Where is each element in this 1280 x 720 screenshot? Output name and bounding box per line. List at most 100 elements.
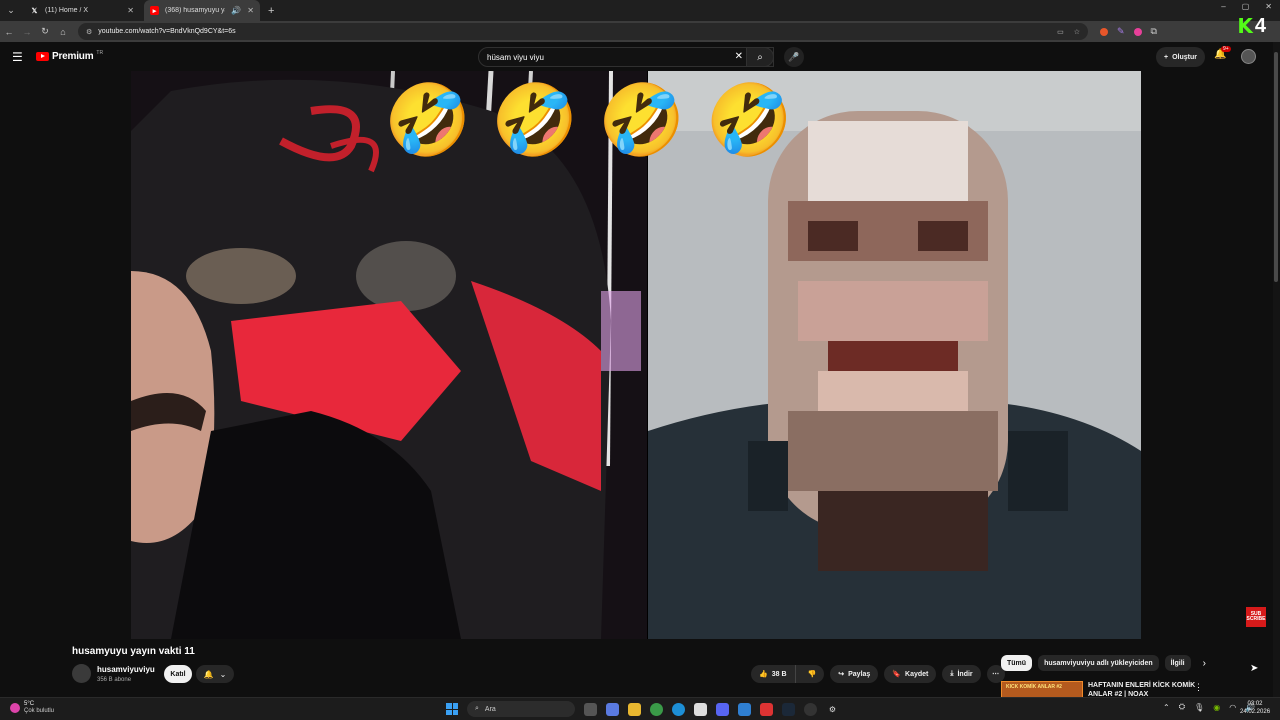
weather-desc: Çok bulutlu: [24, 708, 55, 714]
system-clock[interactable]: 03:02 24.02.2026: [1240, 700, 1270, 716]
tab-close-icon[interactable]: ✕: [247, 6, 254, 15]
chrome-icon[interactable]: [650, 702, 663, 716]
subscribe-watermark[interactable]: SUB SCRIBE: [1246, 607, 1266, 627]
url-text: youtube.com/watch?v=BndVknQd9CY&t=6s: [98, 28, 236, 35]
tab-title: (368) husamyuyu yayın va...: [165, 7, 225, 14]
share-button[interactable]: ↪ Paylaş: [830, 665, 879, 683]
nvidia-icon[interactable]: ◉: [1213, 703, 1220, 712]
rofl-emoji-icon: 🤣: [491, 79, 579, 161]
store-icon[interactable]: [694, 702, 707, 716]
extensions-bar: ✎ ⧉: [1100, 26, 1157, 37]
create-button[interactable]: + Oluştur: [1156, 47, 1205, 67]
minimize-button[interactable]: –: [1221, 2, 1225, 11]
copilot-icon[interactable]: [606, 702, 619, 716]
chevron-right-icon[interactable]: ›: [1203, 658, 1206, 669]
download-button[interactable]: ⤓ İndir: [942, 665, 981, 683]
tab-x-home[interactable]: 𝕏 (11) Home / X ✕: [24, 0, 140, 21]
chip-all[interactable]: Tümü: [1001, 655, 1033, 671]
speaker-icon[interactable]: 🔊: [231, 6, 241, 15]
windows-taskbar: 5°C Çok bulutlu ⌕ Ara ⚙ ⌃ ⛭ 🎙 ◉ ◠ 🔊 03:0…: [0, 697, 1280, 720]
related-filter-chips: Tümü husamviyuviyu adlı yükleyiciden İlg…: [1001, 655, 1206, 671]
more-vertical-icon[interactable]: ⋮: [1194, 682, 1203, 693]
weather-widget[interactable]: 5°C Çok bulutlu: [10, 701, 54, 714]
discord-icon[interactable]: [716, 702, 729, 716]
dislike-button[interactable]: 👎: [800, 665, 825, 683]
forward-arrow-icon[interactable]: →: [18, 27, 36, 37]
youtube-icon: ▸: [150, 6, 159, 15]
channel-avatar[interactable]: [72, 664, 91, 683]
page-scrollbar[interactable]: [1273, 42, 1280, 702]
steam-icon[interactable]: [782, 702, 795, 716]
thumbs-down-icon: 👎: [807, 671, 817, 678]
channel-name[interactable]: husamviyuviyu: [97, 665, 155, 674]
save-label: Kaydet: [905, 670, 929, 678]
like-button[interactable]: 👍 38 B: [751, 665, 796, 683]
video-title: husamyuyu yayın vakti 11: [72, 646, 195, 657]
clock-date: 24.02.2026: [1240, 709, 1271, 715]
clear-search-icon[interactable]: ✕: [735, 51, 743, 62]
window-controls: – ▢ ✕: [1221, 2, 1272, 11]
mic-tray-icon[interactable]: 🎙: [1194, 703, 1204, 712]
search-input[interactable]: hüsam viyu viyu ✕ ⌕: [478, 47, 774, 67]
youtube-header: ☰ Premium TR hüsam viyu viyu ✕ ⌕ 🎤 + Olu…: [0, 42, 1280, 72]
new-tab-button[interactable]: +: [268, 5, 274, 17]
tab-youtube[interactable]: ▸ (368) husamyuyu yayın va... 🔊 ✕: [144, 0, 260, 21]
account-avatar[interactable]: [1241, 49, 1256, 64]
search-query: hüsam viyu viyu: [487, 52, 544, 62]
reload-icon[interactable]: ↻: [36, 26, 54, 37]
file-explorer-icon[interactable]: [628, 702, 641, 716]
notification-count: 9+: [1221, 46, 1231, 52]
video-player[interactable]: 🤣 🤣 🤣 🤣: [131, 71, 1141, 639]
share-label: Paylaş: [848, 670, 871, 678]
menu-icon[interactable]: ☰: [12, 50, 23, 64]
taskbar-search[interactable]: ⌕ Ara: [467, 701, 575, 717]
install-app-icon[interactable]: ▭: [1057, 28, 1064, 36]
close-window-button[interactable]: ✕: [1265, 2, 1272, 11]
chip-related[interactable]: İlgili: [1164, 655, 1191, 671]
kick-logo-icon: K: [1237, 14, 1253, 38]
rofl-emoji-icon: 🤣: [598, 79, 686, 161]
save-button[interactable]: 🔖 Kaydet: [884, 665, 937, 683]
app-icon[interactable]: [760, 702, 773, 716]
youtube-play-icon: [36, 52, 49, 61]
bell-icon: 🔔: [203, 669, 214, 679]
obs-icon[interactable]: [804, 702, 817, 716]
youtube-logo[interactable]: Premium TR: [36, 50, 103, 62]
tab-title: (11) Home / X: [45, 7, 89, 14]
tab-close-icon[interactable]: ✕: [127, 6, 134, 15]
extension-icon[interactable]: [1100, 27, 1108, 36]
download-icon: ⤓: [950, 670, 954, 677]
windows-start-icon[interactable]: [446, 703, 458, 715]
kick-watermark: K 4: [1237, 14, 1266, 38]
extension-icon[interactable]: [1133, 27, 1142, 36]
vpn-icon[interactable]: [738, 702, 751, 716]
emoji-overlay: 🤣 🤣 🤣 🤣: [384, 85, 793, 155]
chip-from-uploader[interactable]: husamviyuviyu adlı yükleyiciden: [1038, 655, 1159, 671]
address-bar[interactable]: ⚙ youtube.com/watch?v=BndVknQd9CY&t=6s ▭…: [78, 23, 1088, 40]
pen-extension-icon[interactable]: ✎: [1117, 26, 1125, 37]
voice-search-button[interactable]: 🎤: [784, 47, 804, 67]
edge-icon[interactable]: [672, 702, 685, 716]
task-view-icon[interactable]: [584, 702, 597, 716]
weather-temp: 5°C: [24, 701, 35, 707]
settings-gear-icon[interactable]: ⚙: [826, 703, 839, 716]
wifi-icon[interactable]: ◠: [1229, 703, 1236, 712]
bookmark-star-icon[interactable]: ☆: [1074, 28, 1080, 36]
download-label: İndir: [957, 670, 973, 678]
join-button[interactable]: Katıl: [164, 665, 192, 683]
chevron-up-icon[interactable]: ⌃: [1163, 703, 1170, 712]
taskbar-apps: ⌕ Ara ⚙: [446, 701, 839, 717]
tab-search-button[interactable]: ⌄: [2, 2, 20, 20]
network-icon[interactable]: ⛭: [1179, 702, 1185, 712]
address-toolbar: ← → ↻ ⌂ ⚙ youtube.com/watch?v=BndVknQd9C…: [0, 21, 1280, 42]
search-icon: ⌕: [757, 51, 763, 63]
search-button[interactable]: ⌕: [746, 47, 774, 67]
site-info-icon[interactable]: ⚙: [86, 28, 92, 36]
scrollbar-thumb[interactable]: [1274, 52, 1278, 282]
like-count: 38 B: [771, 670, 787, 678]
puzzle-icon[interactable]: ⧉: [1151, 26, 1157, 37]
subscription-bell-button[interactable]: 🔔 ⌄: [196, 665, 234, 683]
maximize-button[interactable]: ▢: [1242, 2, 1250, 11]
home-icon[interactable]: ⌂: [54, 27, 72, 37]
back-arrow-icon[interactable]: ←: [0, 27, 18, 37]
